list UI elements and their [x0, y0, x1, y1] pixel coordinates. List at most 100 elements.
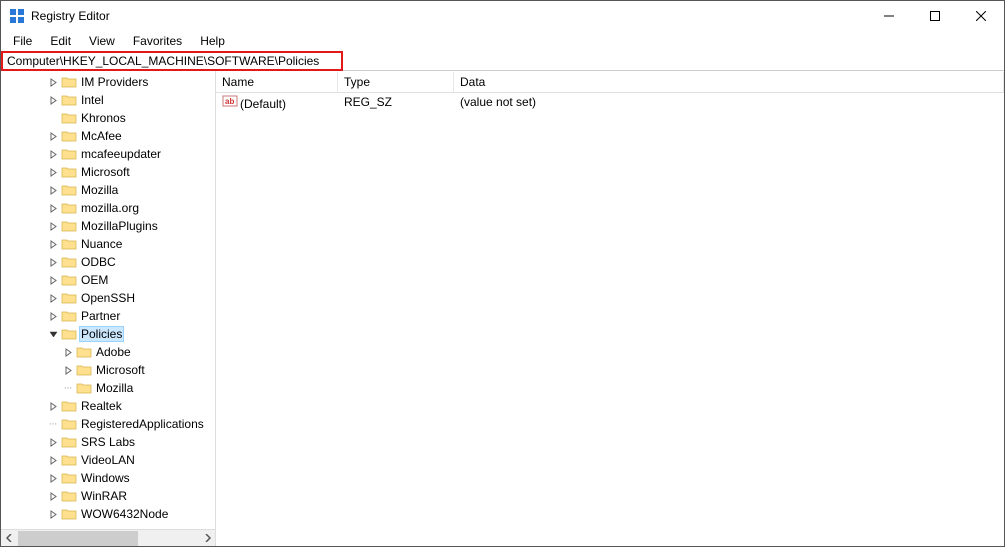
tree-pane: IM Providers IntelKhronosMcAfee mcafeeupda…: [1, 71, 216, 546]
expand-icon[interactable]: [46, 78, 61, 87]
values-pane: Name Type Data ab(Default)REG_SZ(value n…: [216, 71, 1004, 546]
tree-node[interactable]: Adobe: [1, 343, 215, 361]
tree-node[interactable]: OEM: [1, 271, 215, 289]
tree-node-label: Microsoft: [79, 165, 132, 179]
tree-node-label: IM Providers: [79, 75, 150, 89]
scroll-right-button[interactable]: [198, 530, 215, 547]
tree-node[interactable]: Microsoft: [1, 361, 215, 379]
tree-node[interactable]: ···Mozilla: [1, 379, 215, 397]
scroll-left-button[interactable]: [1, 530, 18, 547]
expand-icon[interactable]: [46, 510, 61, 519]
menu-help[interactable]: Help: [192, 32, 233, 50]
tree-node[interactable]: MozillaPlugins: [1, 217, 215, 235]
menu-file[interactable]: File: [5, 32, 40, 50]
value-name-cell: ab(Default): [216, 94, 338, 111]
maximize-button[interactable]: [912, 1, 958, 31]
folder-icon: [76, 381, 92, 395]
tree-spacer: ···: [61, 382, 76, 394]
close-button[interactable]: [958, 1, 1004, 31]
folder-icon: [61, 273, 77, 287]
folder-icon: [61, 93, 77, 107]
tree-node[interactable]: Policies: [1, 325, 215, 343]
address-bar[interactable]: Computer\HKEY_LOCAL_MACHINE\SOFTWARE\Pol…: [7, 54, 319, 68]
tree-node-label: WOW6432Node: [79, 507, 170, 521]
menu-edit[interactable]: Edit: [42, 32, 79, 50]
expand-icon[interactable]: [46, 222, 61, 231]
registry-tree[interactable]: IM Providers IntelKhronosMcAfee mcafeeupda…: [1, 71, 215, 523]
column-header-type[interactable]: Type: [338, 72, 454, 92]
tree-node-label: mcafeeupdater: [79, 147, 163, 161]
tree-node[interactable]: OpenSSH: [1, 289, 215, 307]
tree-horizontal-scrollbar[interactable]: [1, 529, 215, 546]
menu-view[interactable]: View: [81, 32, 123, 50]
tree-node[interactable]: mcafeeupdater: [1, 145, 215, 163]
tree-node[interactable]: Partner: [1, 307, 215, 325]
expand-icon[interactable]: [46, 456, 61, 465]
tree-node[interactable]: WOW6432Node: [1, 505, 215, 523]
column-header-name[interactable]: Name: [216, 72, 338, 92]
expand-icon[interactable]: [46, 258, 61, 267]
expand-icon[interactable]: [46, 438, 61, 447]
collapse-icon[interactable]: [46, 330, 61, 339]
address-bar-remainder[interactable]: [343, 51, 1004, 70]
tree-node-label: VideoLAN: [79, 453, 137, 467]
value-type-cell: REG_SZ: [338, 95, 454, 109]
title-bar: Registry Editor: [1, 1, 1004, 31]
folder-icon: [61, 435, 77, 449]
tree-node[interactable]: Khronos: [1, 109, 215, 127]
menu-favorites[interactable]: Favorites: [125, 32, 190, 50]
tree-node[interactable]: Intel: [1, 91, 215, 109]
expand-icon[interactable]: [46, 492, 61, 501]
column-header-data[interactable]: Data: [454, 72, 1004, 92]
expand-icon[interactable]: [46, 132, 61, 141]
tree-node[interactable]: VideoLAN: [1, 451, 215, 469]
tree-node[interactable]: SRS Labs: [1, 433, 215, 451]
scroll-thumb[interactable]: [18, 531, 138, 546]
tree-node[interactable]: Microsoft: [1, 163, 215, 181]
expand-icon[interactable]: [46, 150, 61, 159]
tree-node[interactable]: WinRAR: [1, 487, 215, 505]
main-split: IM Providers IntelKhronosMcAfee mcafeeupda…: [1, 71, 1004, 546]
tree-node-label: SRS Labs: [79, 435, 137, 449]
tree-node[interactable]: mozilla.org: [1, 199, 215, 217]
minimize-button[interactable]: [866, 1, 912, 31]
tree-node[interactable]: Realtek: [1, 397, 215, 415]
tree-node[interactable]: ···RegisteredApplications: [1, 415, 215, 433]
values-list[interactable]: ab(Default)REG_SZ(value not set): [216, 93, 1004, 111]
folder-icon: [61, 471, 77, 485]
folder-icon: [61, 489, 77, 503]
folder-icon: [61, 309, 77, 323]
tree-node-label: Nuance: [79, 237, 124, 251]
tree-node[interactable]: Nuance: [1, 235, 215, 253]
tree-node[interactable]: ODBC: [1, 253, 215, 271]
tree-node[interactable]: Windows: [1, 469, 215, 487]
value-row[interactable]: ab(Default)REG_SZ(value not set): [216, 93, 1004, 111]
tree-node[interactable]: McAfee: [1, 127, 215, 145]
value-data-cell: (value not set): [454, 95, 1004, 109]
tree-node[interactable]: IM Providers: [1, 73, 215, 91]
expand-icon[interactable]: [46, 276, 61, 285]
expand-icon[interactable]: [46, 312, 61, 321]
folder-icon: [61, 201, 77, 215]
folder-icon: [61, 237, 77, 251]
expand-icon[interactable]: [46, 96, 61, 105]
expand-icon[interactable]: [46, 294, 61, 303]
scroll-track[interactable]: [18, 530, 198, 547]
expand-icon[interactable]: [46, 168, 61, 177]
expand-icon[interactable]: [61, 348, 76, 357]
tree-node-label: Policies: [79, 326, 124, 342]
folder-icon: [61, 417, 77, 431]
expand-icon[interactable]: [46, 474, 61, 483]
folder-icon: [61, 453, 77, 467]
expand-icon[interactable]: [46, 204, 61, 213]
folder-icon: [61, 507, 77, 521]
window-buttons: [866, 1, 1004, 31]
folder-icon: [61, 255, 77, 269]
expand-icon[interactable]: [46, 240, 61, 249]
expand-icon[interactable]: [46, 402, 61, 411]
folder-icon: [61, 399, 77, 413]
expand-icon[interactable]: [46, 186, 61, 195]
tree-node-label: mozilla.org: [79, 201, 141, 215]
expand-icon[interactable]: [61, 366, 76, 375]
tree-node[interactable]: Mozilla: [1, 181, 215, 199]
